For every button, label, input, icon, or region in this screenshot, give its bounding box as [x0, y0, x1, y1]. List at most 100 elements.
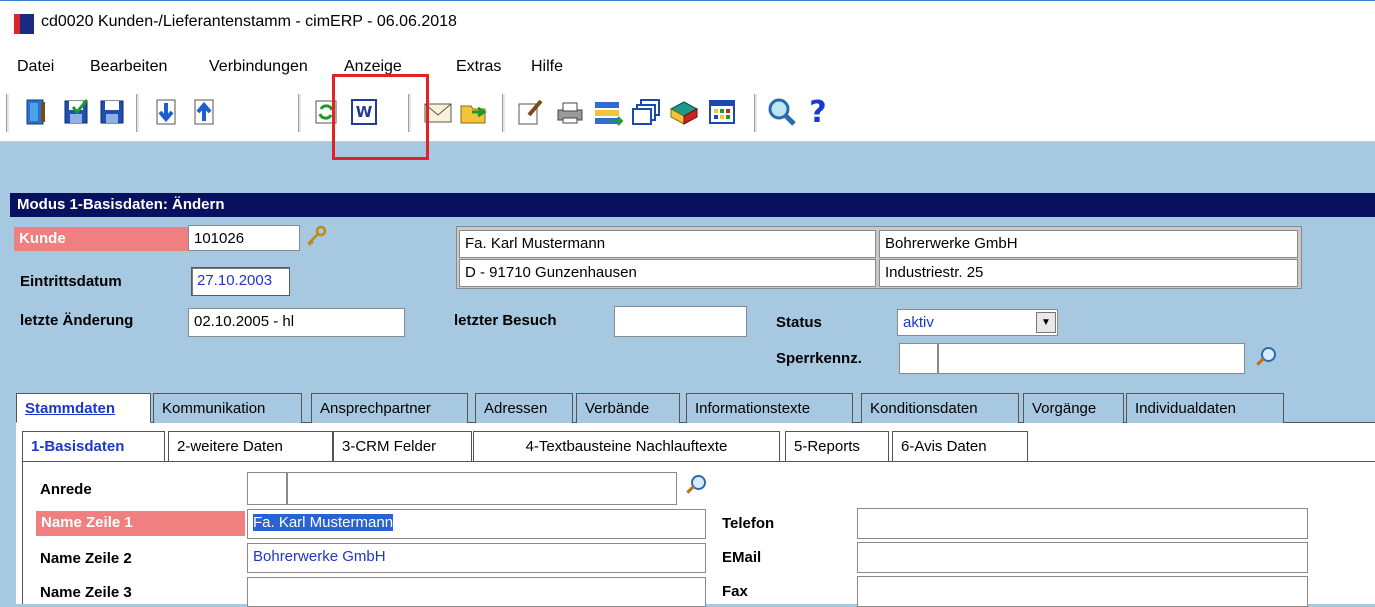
menu-bearbeiten[interactable]: Bearbeiten — [90, 58, 167, 76]
help-button[interactable]: ? — [800, 93, 836, 131]
address-name1-field: Fa. Karl Mustermann — [459, 230, 876, 258]
tab-konditionsdaten[interactable]: Konditionsdaten — [861, 393, 1019, 423]
toolbar-separator — [298, 94, 302, 132]
toolbar-separator — [136, 94, 140, 132]
menu-verbindungen[interactable]: Verbindungen — [209, 58, 308, 76]
subtab-avis-daten[interactable]: 6-Avis Daten — [892, 431, 1028, 461]
anrede-code-field[interactable] — [247, 472, 287, 505]
tab-vorgaenge[interactable]: Vorgänge — [1023, 393, 1124, 423]
tab-adressen[interactable]: Adressen — [475, 393, 573, 423]
tab-verbaende[interactable]: Verbände — [576, 393, 680, 423]
tab-individualdaten[interactable]: Individualdaten — [1126, 393, 1284, 423]
exit-button[interactable] — [18, 93, 54, 131]
email-field[interactable] — [857, 542, 1308, 573]
address-city-field: D - 91710 Gunzenhausen — [459, 259, 876, 287]
fax-label: Fax — [722, 583, 748, 600]
name-zeile-3-label: Name Zeile 3 — [40, 584, 132, 601]
anrede-search-icon[interactable] — [684, 474, 706, 496]
tab-label: Ansprechpartner — [320, 400, 431, 417]
tab-stammdaten[interactable]: Stammdaten — [16, 393, 151, 423]
grid-button[interactable] — [704, 93, 740, 131]
name-zeile-2-field[interactable]: Bohrerwerke GmbH — [247, 543, 706, 573]
next-record-button[interactable] — [148, 93, 184, 131]
edit-button[interactable] — [512, 93, 548, 131]
telefon-field[interactable] — [857, 508, 1308, 539]
toolbar: W ? — [0, 86, 1375, 142]
subtab-weitere-daten[interactable]: 2-weitere Daten — [168, 431, 333, 461]
kunde-label: Kunde — [14, 227, 188, 251]
email-label: EMail — [722, 549, 762, 566]
name-zeile-1-label: Name Zeile 1 — [36, 511, 245, 536]
tab-label: Stammdaten — [25, 400, 116, 417]
help-icon: ? — [809, 94, 827, 130]
eintrittsdatum-field[interactable]: 27.10.2003 — [191, 267, 290, 296]
subtab-reports[interactable]: 5-Reports — [785, 431, 889, 461]
status-select[interactable]: aktiv — [897, 309, 1058, 336]
kunde-number-field[interactable]: 101026 — [188, 225, 300, 251]
exit-door-icon — [26, 99, 45, 125]
address-street-field: Industriestr. 25 — [879, 259, 1298, 287]
printer-icon — [557, 102, 583, 124]
fax-field[interactable] — [857, 576, 1308, 607]
folder-export-icon — [460, 105, 487, 124]
subtab-basisdaten[interactable]: 1-Basisdaten — [22, 431, 165, 461]
toolbar-separator — [754, 94, 758, 132]
sperrkennz-label: Sperrkennz. — [776, 350, 862, 367]
toolbar-separator — [502, 94, 506, 132]
save-button[interactable] — [94, 93, 130, 131]
grid-icon — [709, 100, 735, 124]
eintritt-label: Eintrittsdatum — [20, 273, 122, 290]
export-button[interactable] — [456, 93, 492, 131]
subtab-textbausteine[interactable]: 4-Textbausteine Nachlauftexte — [473, 431, 780, 461]
menu-datei[interactable]: Datei — [17, 58, 54, 76]
print-button[interactable] — [552, 93, 588, 131]
save-close-button[interactable] — [58, 93, 94, 131]
tab-label: Vorgänge — [1032, 400, 1097, 417]
transfer-button[interactable] — [590, 93, 626, 131]
window-title: cd0020 Kunden-/Lieferantenstamm - cimERP… — [41, 13, 457, 30]
menu-bar: Datei Bearbeiten Verbindungen Anzeige Ex… — [0, 46, 1375, 86]
title-bar: cd0020 Kunden-/Lieferantenstamm - cimERP… — [0, 0, 1375, 46]
letzte-aenderung-label: letzte Änderung — [20, 312, 134, 329]
anrede-text-field — [287, 472, 677, 505]
letzter-besuch-field[interactable] — [614, 306, 747, 337]
highlight-box — [332, 74, 429, 160]
menu-extras[interactable]: Extras — [456, 58, 501, 76]
mode-bar: Modus 1-Basisdaten: Ändern — [10, 193, 1375, 217]
name-zeile-3-field[interactable] — [247, 577, 706, 607]
tab-label: Informationstexte — [695, 400, 811, 417]
tab-label: Kommunikation — [162, 400, 266, 417]
edit-document-icon — [518, 99, 543, 125]
tab-informationstexte[interactable]: Informationstexte — [686, 393, 853, 423]
subtab-crm-felder[interactable]: 3-CRM Felder — [333, 431, 472, 461]
book-icon — [669, 101, 699, 125]
tab-label: Verbände — [585, 400, 650, 417]
save-icon — [100, 100, 124, 124]
tab-kommunikation[interactable]: Kommunikation — [153, 393, 302, 423]
arrow-down-icon — [156, 99, 176, 125]
tab-label: Adressen — [484, 400, 548, 417]
tab-label: Konditionsdaten — [870, 400, 978, 417]
magnifier-icon — [768, 98, 796, 126]
sperrkennz-search-icon[interactable] — [1254, 346, 1276, 368]
save-check-icon — [64, 99, 89, 124]
tab-ansprechpartner[interactable]: Ansprechpartner — [311, 393, 468, 423]
list-transfer-icon — [595, 102, 624, 126]
key-icon[interactable] — [305, 225, 327, 247]
letzte-aenderung-field: 02.10.2005 - hl — [188, 308, 405, 337]
telefon-label: Telefon — [722, 515, 775, 532]
menu-hilfe[interactable]: Hilfe — [531, 58, 563, 76]
windows-button[interactable] — [628, 93, 664, 131]
previous-record-button[interactable] — [186, 93, 222, 131]
tab-label: Individualdaten — [1135, 400, 1236, 417]
chevron-down-icon[interactable]: ▼ — [1036, 312, 1056, 333]
name-zeile-2-label: Name Zeile 2 — [40, 550, 132, 567]
name-zeile-1-field[interactable]: Fa. Karl Mustermann — [247, 509, 706, 539]
app-logo-icon — [14, 14, 34, 34]
search-button[interactable] — [764, 93, 800, 131]
book-button[interactable] — [666, 93, 702, 131]
windows-icon — [632, 99, 660, 125]
anrede-label: Anrede — [40, 481, 92, 498]
sperrkennz-code-field[interactable] — [899, 343, 938, 374]
selected-text: Fa. Karl Mustermann — [253, 514, 394, 531]
